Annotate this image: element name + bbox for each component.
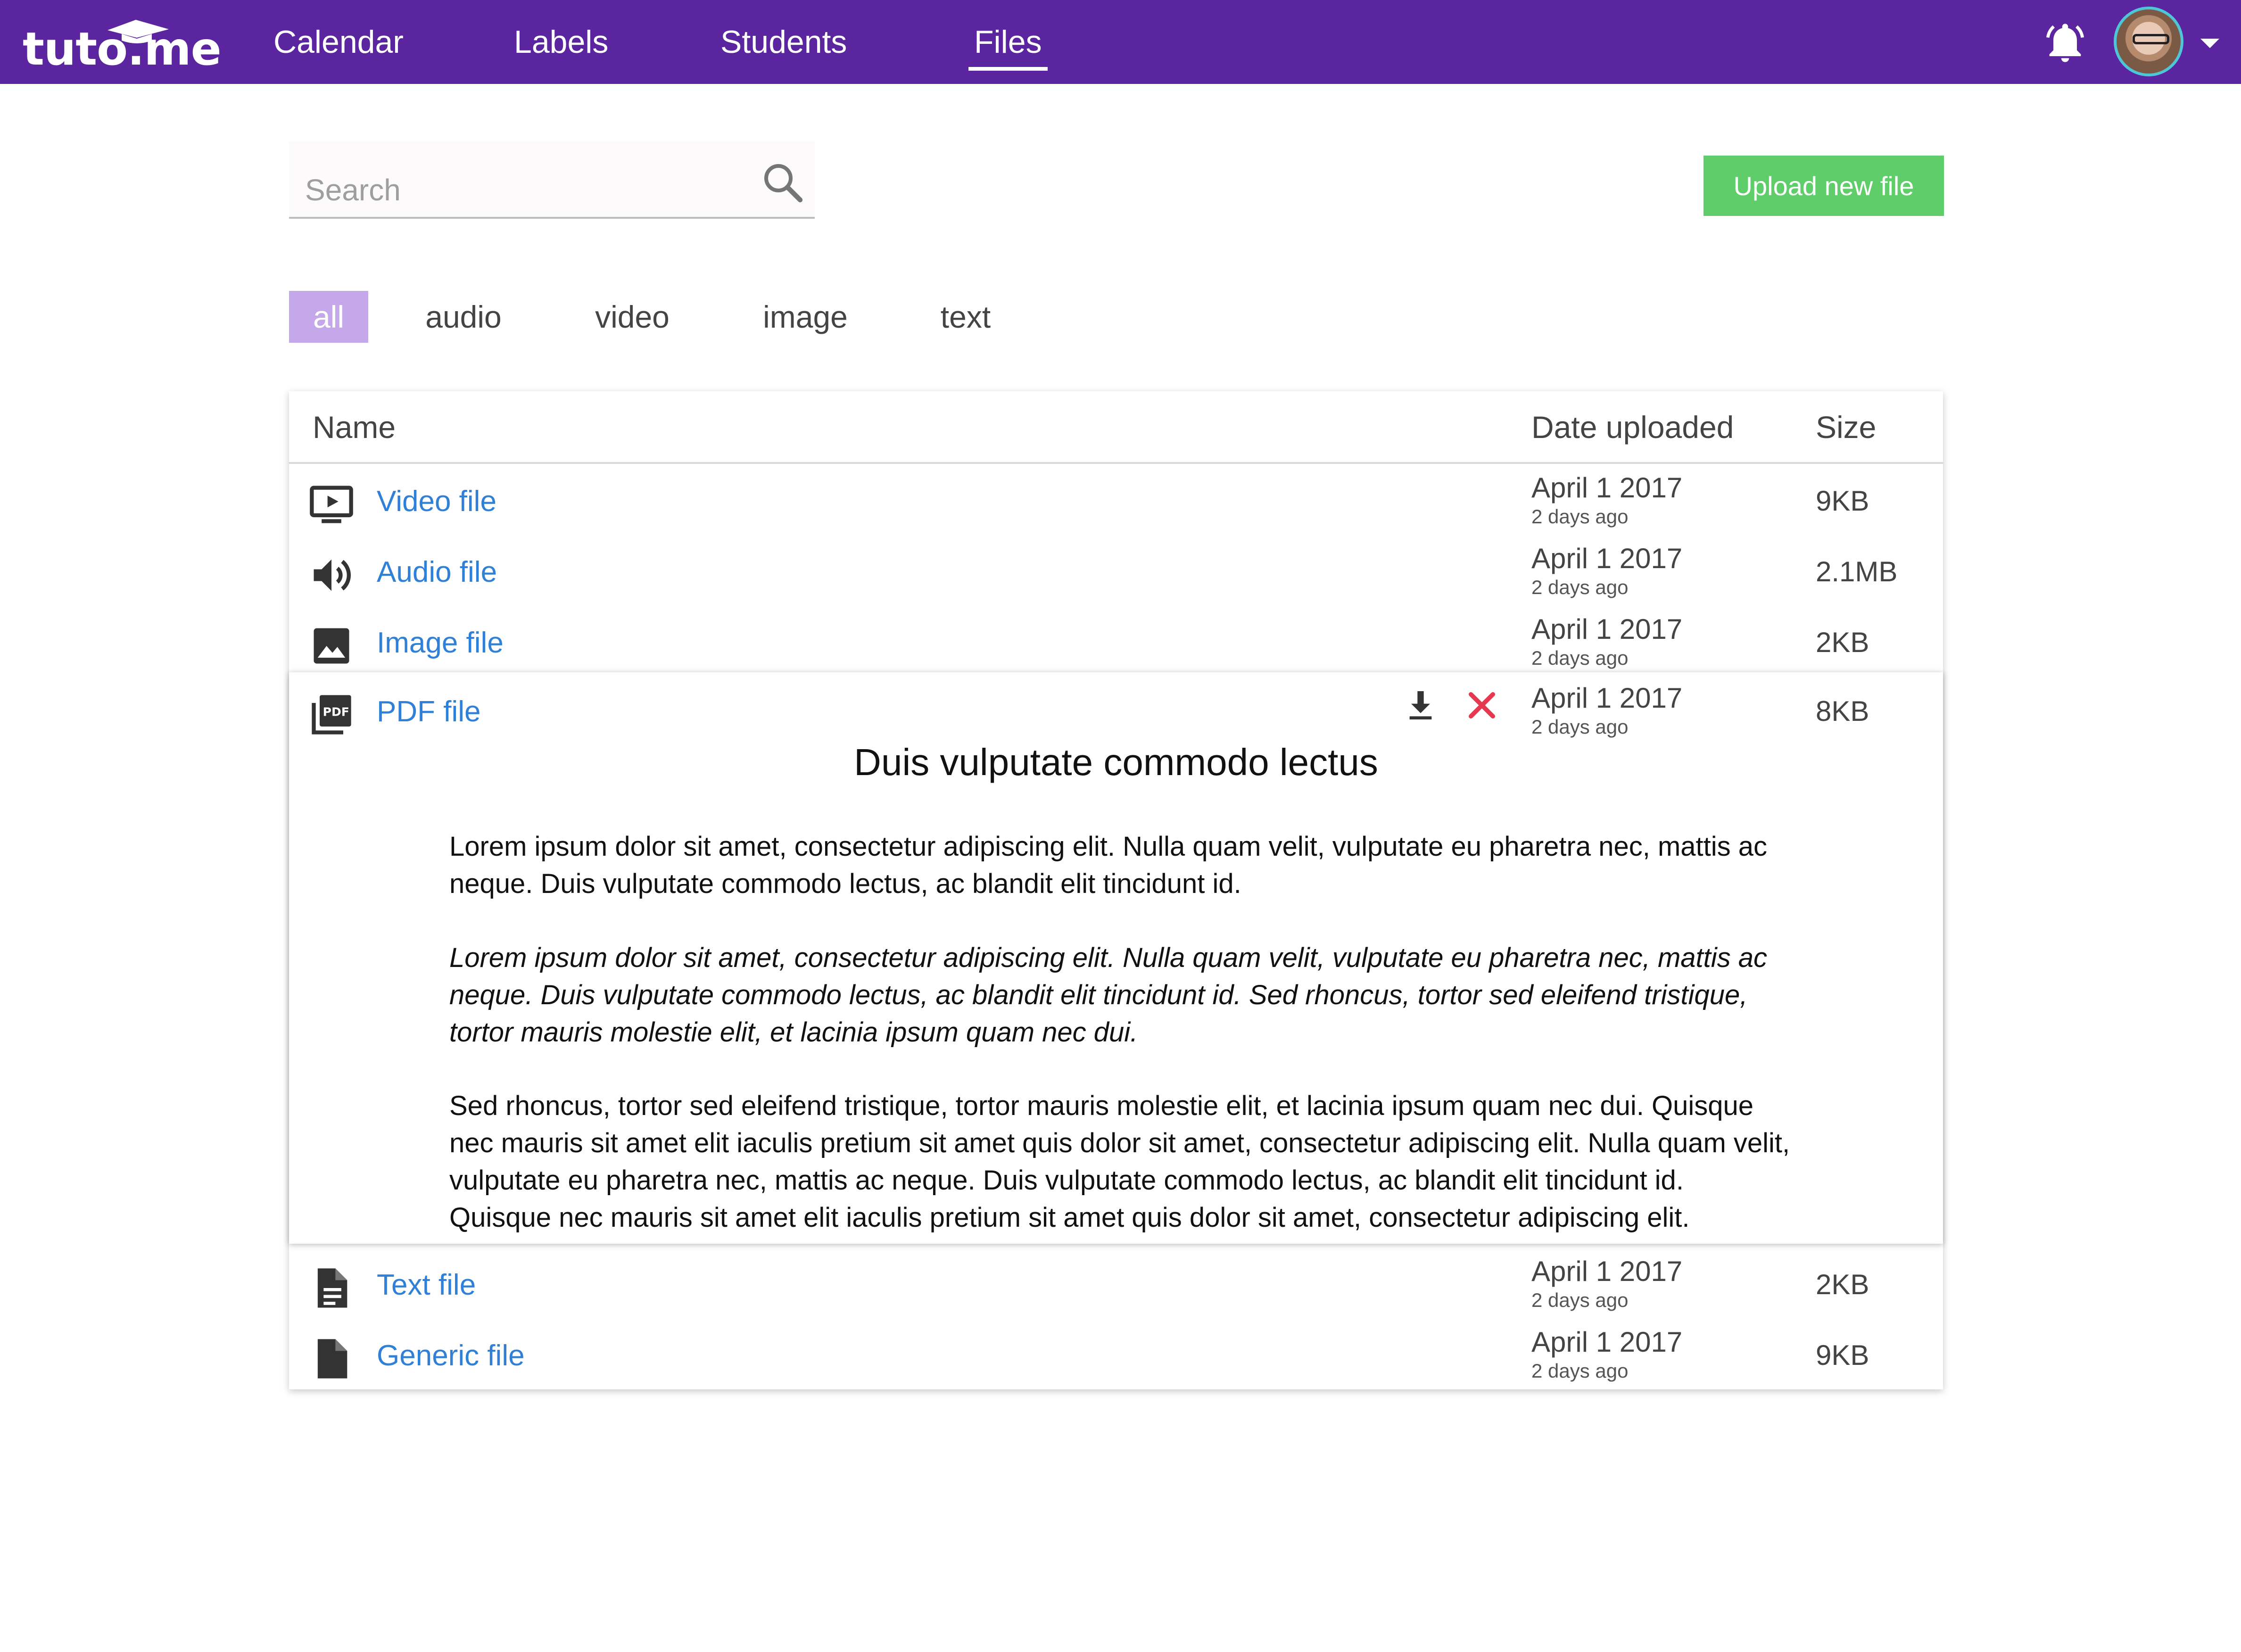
filter-all[interactable]: all — [289, 291, 368, 343]
file-preview-panel: PDF PDF file April 1 2017 2 days ago 8KB… — [289, 672, 1943, 1244]
table-header: Name Date uploaded Size — [289, 391, 1943, 464]
generic-file-icon — [317, 1339, 347, 1379]
search-box — [289, 141, 815, 219]
svg-text:PDF: PDF — [323, 705, 349, 719]
file-name-link[interactable]: Image file — [377, 626, 504, 660]
preview-paragraph: Lorem ipsum dolor sit amet, consectetur … — [449, 942, 1768, 1048]
column-header-name[interactable]: Name — [313, 409, 396, 445]
file-size: 9KB — [1816, 485, 1869, 517]
search-icon[interactable] — [761, 160, 806, 206]
file-date-relative: 2 days ago — [1531, 716, 1629, 738]
file-date: April 1 2017 — [1531, 1326, 1683, 1358]
graduation-cap-icon — [108, 20, 169, 43]
files-table: Name Date uploaded Size Video file April… — [289, 391, 1943, 1389]
file-date: April 1 2017 — [1531, 613, 1683, 645]
file-date-relative: 2 days ago — [1531, 1360, 1629, 1382]
download-icon[interactable] — [1402, 686, 1439, 724]
file-size: 8KB — [1816, 695, 1869, 727]
bell-icon[interactable] — [2042, 19, 2089, 66]
preview-paragraph: Sed rhoncus, tortor sed eleifend tristiq… — [449, 1090, 1790, 1233]
table-row[interactable]: Audio file April 1 2017 2 days ago 2.1MB — [289, 533, 1943, 603]
file-size: 2KB — [1816, 1269, 1869, 1300]
table-row[interactable]: Video file April 1 2017 2 days ago 9KB — [289, 462, 1943, 533]
logo[interactable]: tuto.me — [23, 20, 222, 75]
file-date-relative: 2 days ago — [1531, 647, 1629, 669]
audio-file-icon — [314, 559, 351, 591]
file-date: April 1 2017 — [1531, 1256, 1683, 1287]
file-name-link[interactable]: PDF file — [377, 695, 480, 728]
filter-text[interactable]: text — [926, 291, 1006, 343]
pdf-file-icon: PDF — [312, 695, 351, 735]
close-icon[interactable] — [1463, 686, 1501, 724]
file-date: April 1 2017 — [1531, 472, 1683, 504]
file-date-relative: 2 days ago — [1531, 505, 1629, 528]
file-size: 2KB — [1816, 627, 1869, 658]
filter-video[interactable]: video — [585, 291, 679, 343]
column-header-size[interactable]: Size — [1816, 409, 1876, 445]
preview-title: Duis vulputate commodo lectus — [854, 741, 1378, 783]
video-file-icon — [310, 486, 353, 523]
table-row[interactable]: Text file April 1 2017 2 days ago 2KB — [289, 1246, 1943, 1316]
file-name-link[interactable]: Text file — [377, 1268, 476, 1302]
file-size: 9KB — [1816, 1339, 1869, 1371]
table-row[interactable]: Generic file April 1 2017 2 days ago 9KB — [289, 1316, 1943, 1387]
file-name-link[interactable]: Video file — [377, 485, 496, 518]
file-name-link[interactable]: Generic file — [377, 1339, 525, 1372]
avatar-glasses — [2133, 34, 2169, 44]
nav-students[interactable]: Students — [720, 24, 847, 60]
avatar[interactable] — [2114, 7, 2183, 76]
table-row[interactable]: PDF PDF file April 1 2017 2 days ago 8KB — [289, 672, 1943, 743]
search-input[interactable] — [304, 171, 730, 209]
nav-labels[interactable]: Labels — [514, 24, 608, 60]
image-file-icon — [314, 628, 349, 664]
top-nav-bar: tuto.me Calendar Labels Students Files — [0, 0, 2241, 84]
file-date-relative: 2 days ago — [1531, 576, 1629, 598]
nav-calendar[interactable]: Calendar — [273, 24, 404, 60]
filter-image[interactable]: image — [753, 291, 857, 343]
file-size: 2.1MB — [1816, 556, 1898, 587]
column-header-date[interactable]: Date uploaded — [1531, 409, 1734, 445]
preview-paragraph: Lorem ipsum dolor sit amet, consectetur … — [449, 831, 1768, 899]
filter-audio[interactable]: audio — [416, 291, 511, 343]
text-file-icon — [317, 1268, 347, 1308]
nav-files[interactable]: Files — [968, 24, 1048, 71]
upload-new-file-button[interactable]: Upload new file — [1703, 156, 1944, 216]
chevron-down-icon[interactable] — [2200, 38, 2220, 49]
file-name-link[interactable]: Audio file — [377, 555, 497, 589]
file-date: April 1 2017 — [1531, 543, 1683, 574]
table-row[interactable]: Image file April 1 2017 2 days ago 2KB — [289, 603, 1943, 674]
file-date-relative: 2 days ago — [1531, 1289, 1629, 1311]
file-date: April 1 2017 — [1531, 682, 1683, 714]
